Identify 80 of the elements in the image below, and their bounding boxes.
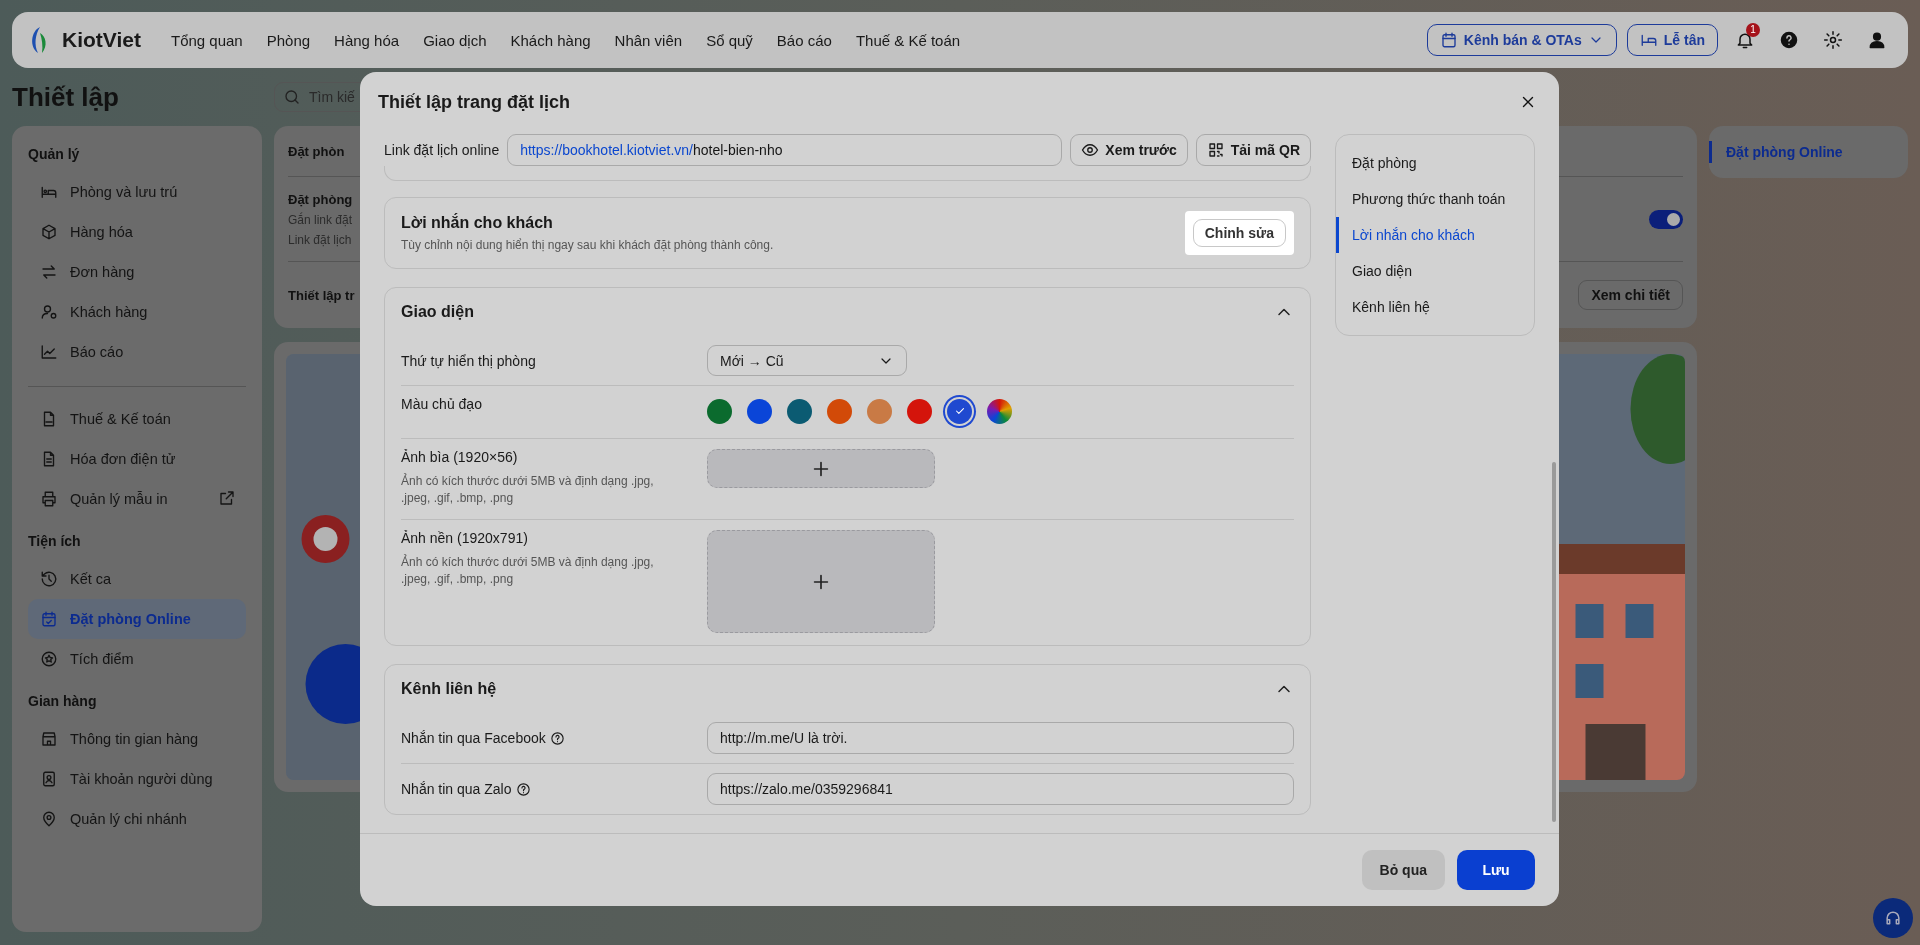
calendar-icon bbox=[1439, 31, 1458, 49]
box-icon bbox=[40, 223, 58, 241]
store-icon bbox=[40, 730, 58, 748]
logo-text: KiotViet bbox=[62, 28, 141, 52]
id-card-icon bbox=[40, 770, 58, 788]
section-heading: Gian hàng bbox=[28, 693, 98, 709]
nav-link[interactable]: Báo cáo bbox=[776, 31, 832, 49]
notification-button[interactable]: 1 bbox=[1728, 23, 1762, 57]
link-field[interactable]: https://bookhotel.kiotviet.vn/hotel-bien-nho bbox=[507, 134, 1063, 166]
help-icon bbox=[1779, 30, 1799, 50]
field-label: Nhắn tin qua Zalo bbox=[401, 781, 707, 797]
eye-icon bbox=[1081, 141, 1100, 159]
color-swatch[interactable] bbox=[827, 398, 852, 424]
color-swatch[interactable] bbox=[707, 398, 732, 424]
field-label: Ảnh nền (1920x791) bbox=[401, 530, 529, 546]
nav-link[interactable]: Sổ quỹ bbox=[706, 31, 753, 49]
edit-button[interactable]: Chỉnh sửa bbox=[1192, 219, 1286, 248]
calendar-icon bbox=[40, 610, 58, 628]
help-icon bbox=[515, 781, 531, 797]
nav-link[interactable]: Phương thức thanh toán bbox=[1336, 181, 1534, 217]
nav-link[interactable]: Thuế & Kế toán bbox=[855, 31, 961, 49]
scrollbar-thumb[interactable] bbox=[1552, 462, 1556, 822]
section-heading: Quản lý bbox=[28, 146, 81, 162]
nav-link[interactable]: Giao dịch bbox=[423, 31, 487, 49]
cancel-button[interactable]: Bỏ qua bbox=[1361, 850, 1445, 890]
section-description: Tùy chỉnh nội dung hiển thị ngay sau khi khách đặt phòng thành công. bbox=[401, 238, 774, 253]
setting-title: Thiết lập tr bbox=[288, 287, 355, 303]
search-icon bbox=[283, 88, 301, 106]
toggle-switch[interactable] bbox=[1649, 209, 1683, 229]
nav-link[interactable]: Hàng hóa bbox=[334, 31, 400, 49]
nav-link[interactable]: Lời nhắn cho khách bbox=[1336, 217, 1534, 253]
nav-link[interactable]: Phòng bbox=[266, 31, 311, 49]
reception-button[interactable]: Lễ tân bbox=[1626, 24, 1718, 56]
external-link-icon bbox=[218, 488, 236, 507]
color-swatch[interactable] bbox=[867, 398, 892, 424]
nav-link[interactable]: Giao diện bbox=[1336, 253, 1534, 289]
field-hint: Ảnh có kích thước dưới 5MB và định dạng .jpg, .jpeg, .gif, .bmp, .png bbox=[401, 473, 655, 507]
color-swatch[interactable] bbox=[747, 398, 772, 424]
nav-link[interactable]: Nhân viên bbox=[614, 31, 683, 49]
sort-dropdown[interactable]: Mới → Cũ bbox=[707, 345, 907, 377]
section-title: Kênh liên hệ bbox=[401, 680, 497, 698]
user-icon bbox=[1867, 30, 1887, 50]
field-label: Nhắn tin qua Facebook bbox=[401, 730, 707, 746]
history-icon bbox=[40, 570, 58, 588]
qr-code-icon bbox=[1206, 141, 1225, 159]
page-title: Thiết lập bbox=[12, 81, 120, 113]
input-field[interactable]: http://m.me/U là trời. bbox=[707, 722, 1294, 754]
settings-icon bbox=[1823, 30, 1843, 50]
notification-badge: 1 bbox=[1746, 23, 1760, 37]
color-swatch[interactable] bbox=[907, 398, 932, 424]
help-icon bbox=[549, 730, 565, 746]
custom-color-swatch[interactable] bbox=[987, 398, 1012, 424]
nav-link[interactable]: Đặt phòng bbox=[1336, 145, 1534, 181]
color-swatch[interactable] bbox=[787, 398, 812, 424]
sales-channel-button[interactable]: Kênh bán & OTAs bbox=[1426, 24, 1617, 56]
location-pin-icon bbox=[40, 810, 58, 828]
chart-icon bbox=[40, 343, 58, 361]
qr-button[interactable]: Tải mã QR bbox=[1195, 134, 1311, 166]
swap-icon bbox=[40, 263, 58, 281]
section-heading: Tiện ích bbox=[28, 533, 82, 549]
nav-link[interactable]: Khách hàng bbox=[510, 31, 591, 49]
setting-description: Link đặt lịch bbox=[288, 232, 353, 247]
user-icon bbox=[40, 303, 58, 321]
field-hint: Ảnh có kích thước dưới 5MB và định dạng .jpg, .jpeg, .gif, .bmp, .png bbox=[401, 554, 655, 588]
printer-icon bbox=[40, 490, 58, 508]
section-title: Lời nhắn cho khách bbox=[401, 214, 554, 233]
setting-description: Gắn link đặt bbox=[288, 212, 353, 227]
field-label: Thứ tự hiển thị phòng bbox=[401, 352, 537, 369]
input-field[interactable]: https://zalo.me/0359296841 bbox=[707, 773, 1294, 805]
nav-link[interactable]: Kênh liên hệ bbox=[1336, 289, 1534, 325]
field-label: Màu chủ đạo bbox=[401, 396, 483, 413]
card-title: Đặt phòn bbox=[288, 143, 345, 159]
section-title: Giao diện bbox=[401, 303, 474, 322]
save-button[interactable]: Lưu bbox=[1457, 850, 1535, 890]
field-label: Link đặt lịch online bbox=[384, 142, 500, 158]
setting-title: Đặt phòng bbox=[288, 191, 353, 207]
support-button[interactable] bbox=[1873, 898, 1913, 938]
field-label: Ảnh bìa (1920×56) bbox=[401, 449, 519, 466]
preview-button[interactable]: Xem trước bbox=[1070, 134, 1188, 166]
nav-link[interactable]: Tổng quan bbox=[170, 31, 243, 49]
